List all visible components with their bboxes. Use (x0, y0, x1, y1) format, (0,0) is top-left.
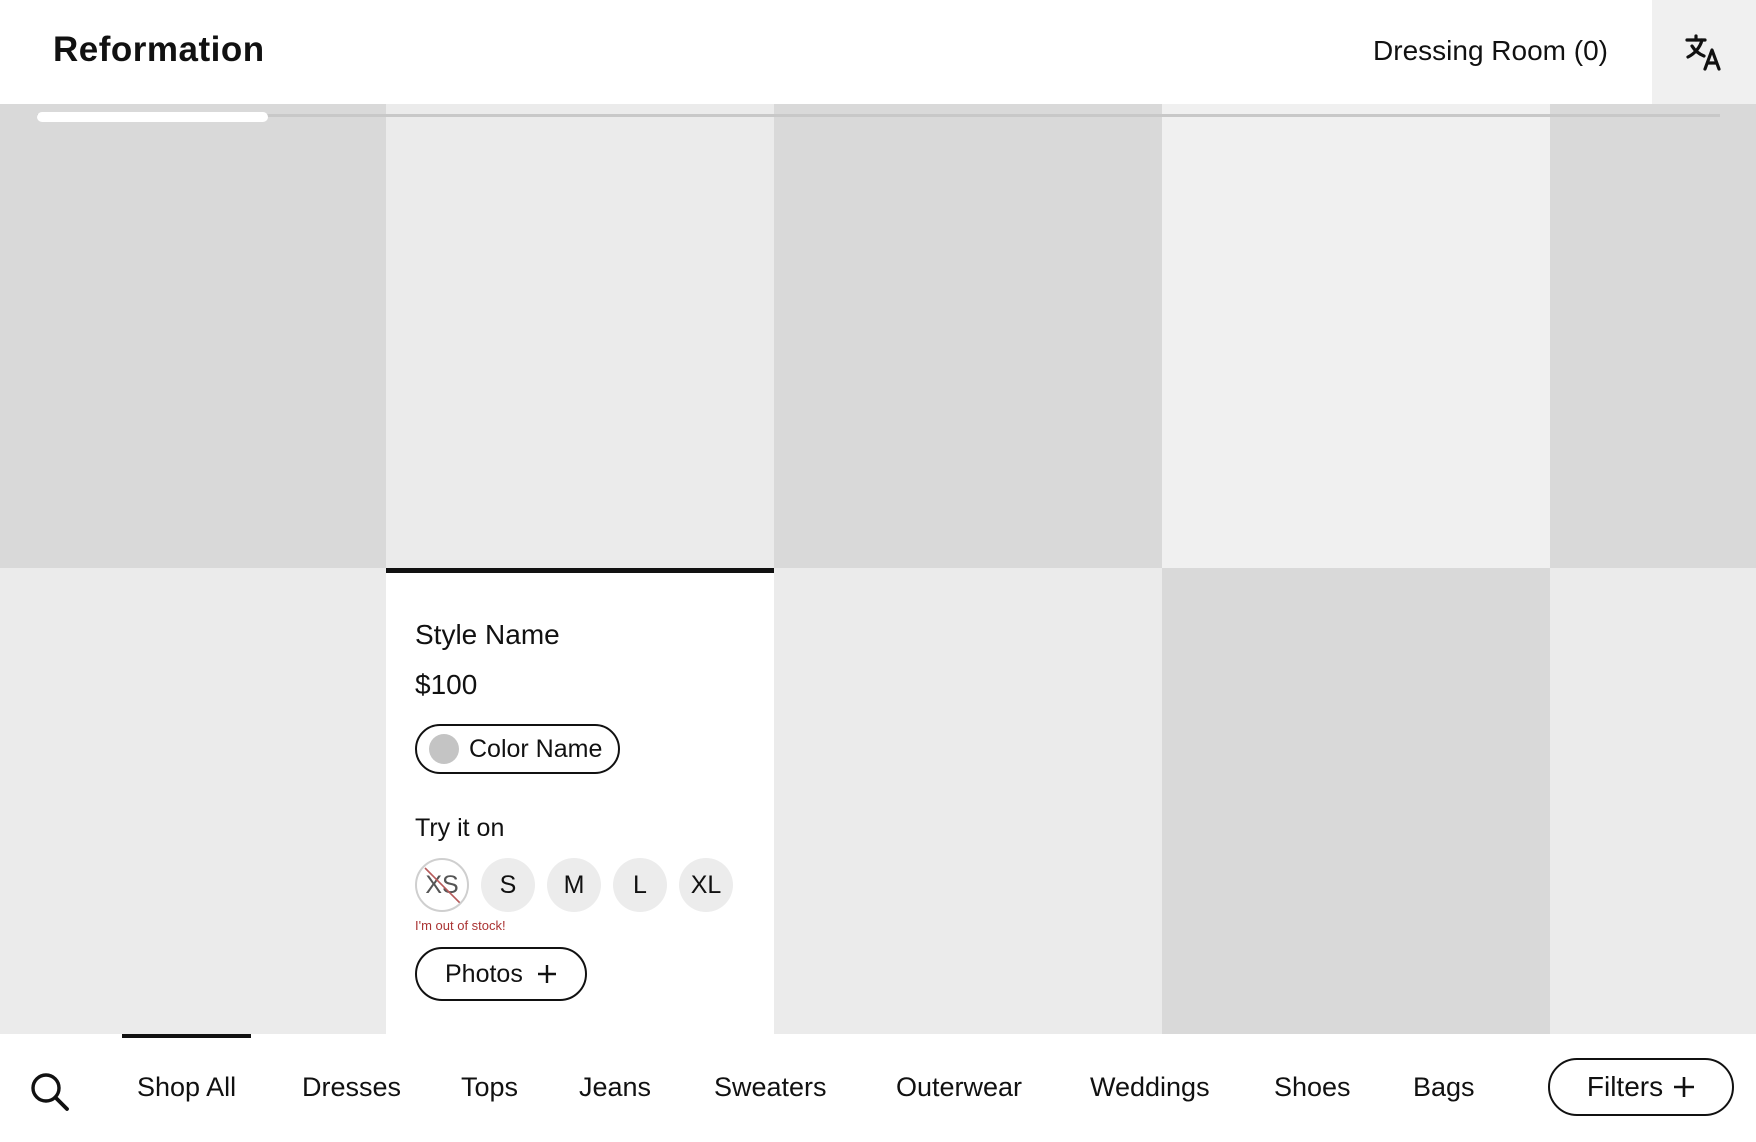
dressing-room-link[interactable]: Dressing Room (0) (1373, 35, 1608, 67)
product-detail-card: Style Name $100 Color Name Try it on XS … (386, 568, 774, 1034)
translate-icon (1685, 34, 1721, 71)
product-image-tile[interactable] (774, 104, 1162, 568)
color-swatch (429, 734, 459, 764)
strikethrough-icon (424, 867, 464, 907)
photos-button-label: Photos (445, 959, 523, 988)
nav-item-weddings[interactable]: Weddings (1090, 1072, 1210, 1103)
carousel-scroll-track[interactable] (37, 114, 1720, 117)
size-option-m[interactable]: M (547, 858, 601, 912)
out-of-stock-message: I'm out of stock! (415, 918, 506, 933)
translate-button[interactable] (1652, 0, 1756, 104)
bottom-category-nav: Shop All Dresses Tops Jeans Sweaters Out… (0, 1034, 1756, 1142)
color-name-label: Color Name (469, 734, 603, 763)
color-selector[interactable]: Color Name (415, 724, 621, 774)
plus-icon (537, 965, 556, 983)
active-tab-indicator (122, 1034, 251, 1038)
search-button[interactable] (28, 1070, 72, 1114)
product-image-tile[interactable] (1550, 104, 1756, 568)
size-option-xl[interactable]: XL (679, 858, 733, 912)
plus-icon (1674, 1077, 1695, 1097)
top-header: Reformation Dressing Room (0) (0, 0, 1756, 104)
filters-button-label: Filters (1586, 1071, 1664, 1102)
product-image-tile[interactable] (1162, 104, 1550, 568)
size-option-l[interactable]: L (613, 858, 667, 912)
product-grid (0, 104, 1756, 1034)
nav-item-tops[interactable]: Tops (461, 1072, 518, 1103)
nav-item-shop-all[interactable]: Shop All (137, 1072, 236, 1103)
product-style-name[interactable]: Style Name (415, 619, 560, 651)
size-selector: XS S M L XL (415, 858, 733, 912)
search-icon (31, 1073, 69, 1111)
product-image-tile[interactable] (774, 568, 1162, 1034)
filters-button[interactable]: Filters (1548, 1058, 1734, 1116)
nav-item-outerwear[interactable]: Outerwear (896, 1072, 1022, 1103)
product-image-tile[interactable] (1162, 568, 1550, 1034)
nav-item-dresses[interactable]: Dresses (302, 1072, 401, 1103)
nav-item-jeans[interactable]: Jeans (579, 1072, 651, 1103)
nav-item-sweaters[interactable]: Sweaters (714, 1072, 827, 1103)
product-image-tile[interactable] (386, 104, 774, 568)
product-image-tile[interactable] (1550, 568, 1756, 1034)
carousel-scroll-thumb[interactable] (37, 112, 268, 122)
product-image-tile[interactable] (0, 568, 386, 1034)
product-price: $100 (415, 669, 478, 700)
photos-button[interactable]: Photos (415, 947, 587, 1001)
nav-item-shoes[interactable]: Shoes (1274, 1072, 1351, 1103)
brand-logo[interactable]: Reformation (53, 30, 265, 70)
nav-item-bags[interactable]: Bags (1413, 1072, 1475, 1103)
product-image-tile[interactable] (0, 104, 386, 568)
size-option-s[interactable]: S (481, 858, 535, 912)
try-it-on-label: Try it on (415, 814, 505, 842)
size-option-xs[interactable]: XS (415, 858, 469, 912)
